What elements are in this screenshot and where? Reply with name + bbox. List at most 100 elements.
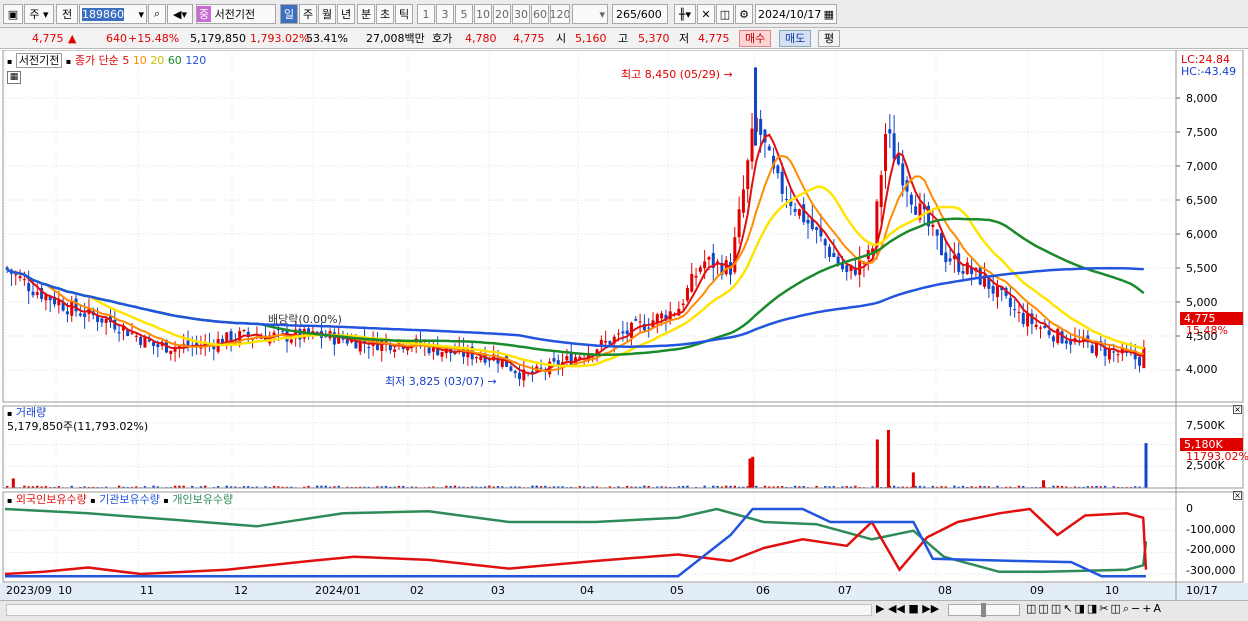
scroll-first-icon[interactable]: ◀◀ — [888, 602, 905, 615]
candle-body — [1142, 347, 1146, 369]
price-tick-5: 5,500 — [1186, 262, 1218, 275]
candle-body — [694, 275, 698, 278]
period-day-button[interactable]: 일 — [280, 4, 298, 24]
sound-icon[interactable]: ◀▾ — [167, 4, 193, 24]
x-label-12: 09 — [1030, 584, 1044, 597]
candle-body — [750, 128, 754, 162]
panel-icon[interactable]: ◫ — [1038, 602, 1050, 615]
count-input[interactable]: 265/600 — [612, 4, 668, 24]
x-label-1: 10 — [58, 584, 72, 597]
x-label-10: 07 — [838, 584, 852, 597]
volume-spike-bar — [886, 429, 890, 488]
window-menu-icon[interactable]: ▣ — [3, 4, 23, 24]
zoom-out-icon[interactable]: − — [1131, 602, 1142, 615]
x-end-label: 10/17 — [1186, 584, 1218, 597]
minute-3-button[interactable]: 3 — [436, 4, 454, 24]
cut-icon[interactable]: ✂ — [1099, 602, 1110, 615]
candle-body — [828, 246, 832, 257]
ask-price: 4,780 — [465, 32, 497, 45]
market-select[interactable]: 주 ▾ — [24, 4, 54, 24]
ma-label: 종가 단순 — [74, 54, 119, 67]
type-select[interactable]: 전 — [56, 4, 78, 24]
period-day-label: 일 — [283, 8, 295, 21]
candle-body — [1021, 312, 1025, 324]
crosshair-icon[interactable]: ✕ — [697, 4, 715, 24]
panel-menu-icon-2[interactable]: ▪ — [66, 57, 71, 66]
low-note-text: 최저 3,825 (03/07) — [385, 375, 485, 388]
zoom-slider[interactable] — [948, 603, 1020, 617]
chart-scrollbar[interactable] — [6, 604, 872, 616]
candle-body — [797, 209, 801, 216]
candle-body — [1017, 312, 1021, 314]
holding-panel-menu-icon[interactable]: ▪ — [7, 496, 12, 505]
candle-body — [14, 274, 18, 276]
minute-20-button[interactable]: 20 — [493, 4, 511, 24]
custom-period-select[interactable]: ▾ — [572, 4, 608, 24]
period-second-label: 초 — [379, 8, 391, 21]
stock-code-input[interactable]: 189860 ▾ — [79, 4, 147, 24]
candle-body — [35, 292, 39, 295]
search-icon[interactable]: ⌕ — [148, 4, 166, 24]
buy-button[interactable]: 매수 — [739, 30, 772, 47]
period-minute-button[interactable]: 분 — [357, 4, 375, 24]
candle-body — [939, 233, 943, 256]
volume-panel-menu-icon[interactable]: ▪ — [7, 409, 12, 418]
stock-name-field[interactable]: 중 서전기전 — [196, 4, 276, 24]
candle-body — [281, 330, 285, 332]
zoom-slider-handle[interactable] — [981, 603, 986, 617]
zoom-in-icon[interactable]: + — [1142, 602, 1153, 615]
minute-1-button[interactable]: 1 — [417, 4, 435, 24]
holding-panel-close-icon[interactable]: × — [1233, 491, 1242, 500]
scroll-right-icon[interactable]: ▶ — [876, 602, 884, 615]
layout-icon[interactable]: ◫ — [1026, 602, 1038, 615]
grid-icon[interactable]: ◨ — [1087, 602, 1099, 615]
ma5-label: 5 — [122, 54, 130, 67]
average-button[interactable]: 평 — [818, 30, 841, 47]
candle-type-icon[interactable]: ╫▾ — [674, 4, 696, 24]
find-icon[interactable]: ⌕ — [1123, 602, 1131, 615]
candle-body — [621, 331, 625, 334]
calendar-icon[interactable]: ▦ — [824, 8, 836, 21]
scroll-last-icon[interactable]: ▶▶ — [922, 602, 939, 615]
market-select-label: 주 — [29, 8, 40, 21]
settings-icon[interactable]: ⚙ — [735, 4, 753, 24]
candle-body — [479, 356, 483, 361]
high-price: 5,370 — [638, 32, 670, 45]
sell-button[interactable]: 매도 — [779, 30, 812, 47]
candle-body — [832, 253, 836, 258]
text-size-icon[interactable]: A — [1153, 602, 1163, 615]
minute-5-button[interactable]: 5 — [455, 4, 473, 24]
period-tick-button[interactable]: 틱 — [395, 4, 413, 24]
period-month-button[interactable]: 월 — [318, 4, 336, 24]
dividend-note: 배당락(0.00%) — [268, 313, 342, 326]
minute-30-label: 30 — [514, 7, 528, 21]
candle-body — [22, 279, 26, 281]
split-icon[interactable]: ◨ — [1074, 602, 1086, 615]
quote-bar: 4,775 ▲ 640 +15.48% 5,179,850 1,793.02% … — [0, 28, 1248, 49]
stop-icon[interactable]: ■ — [908, 602, 918, 615]
minute-30-button[interactable]: 30 — [512, 4, 530, 24]
indicator-icon[interactable]: ◫ — [716, 4, 734, 24]
candle-body — [733, 237, 737, 273]
minute-20-label: 20 — [495, 7, 509, 21]
period-week-button[interactable]: 주 — [299, 4, 317, 24]
ma20-label: 20 — [150, 54, 165, 67]
scroll-controls: ▶ ◀◀ ■ ▶▶ — [876, 602, 939, 615]
compare-icon[interactable]: ◫ — [1051, 602, 1063, 615]
candle-body — [991, 286, 995, 294]
trendline-icon[interactable]: ↖ — [1063, 602, 1074, 615]
candle-body — [139, 336, 143, 345]
table-view-icon[interactable]: ▦ — [7, 71, 21, 84]
minute-10-button[interactable]: 10 — [474, 4, 492, 24]
date-input[interactable]: 2024/10/17 ▦ — [755, 4, 837, 24]
stock-chart[interactable] — [0, 50, 1248, 621]
minute-60-button[interactable]: 60 — [531, 4, 549, 24]
panel-menu-icon[interactable]: ▪ — [7, 57, 12, 66]
period-year-button[interactable]: 년 — [337, 4, 355, 24]
period-second-button[interactable]: 초 — [376, 4, 394, 24]
minute-120-button[interactable]: 120 — [550, 4, 570, 24]
minute-60-label: 60 — [533, 7, 547, 21]
type-select-label: 전 — [61, 8, 73, 21]
volume-panel-close-icon[interactable]: × — [1233, 405, 1242, 414]
copy-icon[interactable]: ◫ — [1110, 602, 1122, 615]
